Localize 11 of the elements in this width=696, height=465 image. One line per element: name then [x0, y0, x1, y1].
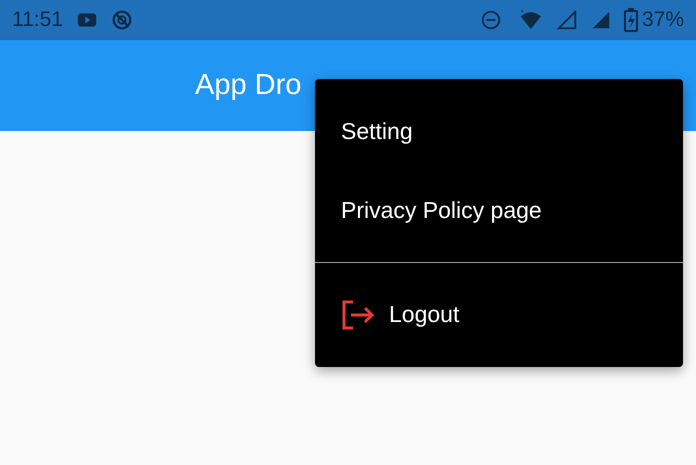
menu-item[interactable]: Logout [315, 275, 683, 354]
do-not-disturb-icon [480, 9, 502, 31]
logout-icon [341, 300, 375, 330]
menu-item[interactable]: Setting [315, 92, 683, 171]
status-time: 11:51 [12, 8, 63, 32]
battery-icon [624, 8, 638, 32]
menu-item[interactable]: Privacy Policy page [315, 171, 683, 250]
blocked-icon [111, 9, 133, 31]
signal-icon [556, 9, 578, 31]
app-title: App Dro [195, 69, 302, 102]
battery-percentage: 37% [642, 8, 684, 32]
